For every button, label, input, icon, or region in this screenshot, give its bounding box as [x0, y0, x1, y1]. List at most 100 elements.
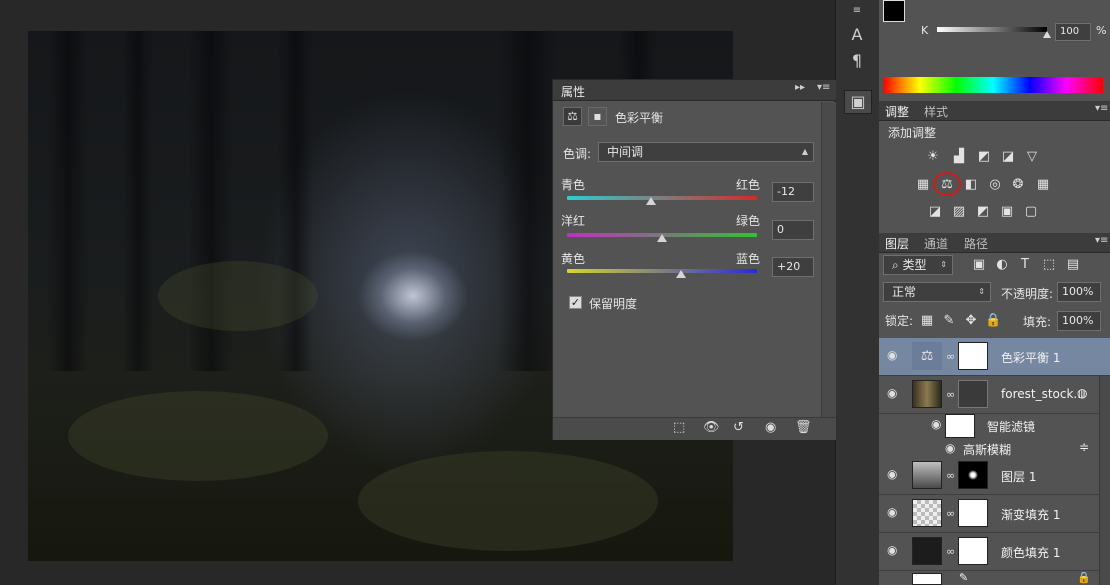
layer-mask-thumbnail[interactable]	[958, 380, 988, 408]
layer-name[interactable]: 图层 1	[1001, 468, 1036, 485]
collapse-grip-icon[interactable]: ≡	[844, 0, 870, 22]
color-lookup-icon[interactable]: ▦	[1035, 177, 1051, 193]
layer-name[interactable]: 色彩平衡 1	[1001, 349, 1060, 366]
paragraph-panel-icon[interactable]: ¶	[844, 50, 870, 72]
layer-row[interactable]: ✎ 🔒	[879, 571, 1110, 585]
yellow-blue-slider-thumb[interactable]	[676, 270, 686, 278]
k-slider-thumb[interactable]	[1043, 31, 1051, 38]
layer-name[interactable]: 颜色填充 1	[1001, 544, 1060, 561]
tab-layers[interactable]: 图层	[885, 235, 909, 252]
eye-icon[interactable]: ◉	[931, 417, 941, 431]
layer-name[interactable]: forest_stock...	[1001, 387, 1085, 401]
filter-adjustment-icon[interactable]: ◐	[994, 257, 1010, 273]
layer-mask-thumbnail[interactable]	[958, 537, 988, 565]
layer-name[interactable]: 高斯模糊	[963, 441, 1011, 458]
layer-row[interactable]: ◉ ∞ 渐变填充 1	[879, 495, 1110, 533]
eye-icon[interactable]: ◉	[887, 467, 897, 481]
tab-styles[interactable]: 样式	[924, 103, 948, 120]
black-white-icon[interactable]: ◧	[963, 177, 979, 193]
filter-smart-object-icon[interactable]: ▤	[1065, 257, 1081, 273]
layer-name[interactable]: 渐变填充 1	[1001, 506, 1060, 523]
fill-input[interactable]: 100%	[1057, 311, 1101, 331]
gradient-fill-thumbnail[interactable]	[912, 499, 942, 527]
posterize-icon[interactable]: ▨	[951, 204, 967, 220]
mask-icon[interactable]: ▪	[588, 107, 607, 126]
properties-scrollbar[interactable]	[821, 102, 836, 417]
foreground-color-swatch[interactable]	[883, 0, 905, 22]
photo-filter-icon[interactable]: ◎	[987, 177, 1003, 193]
magenta-green-value-input[interactable]: 0	[772, 220, 814, 240]
filter-shape-icon[interactable]: ⬚	[1041, 257, 1057, 273]
opacity-input[interactable]: 100%	[1057, 282, 1101, 302]
magenta-green-slider-thumb[interactable]	[657, 234, 667, 242]
layer-mask-thumbnail[interactable]	[958, 461, 988, 489]
panel-menu-icon[interactable]: ▾≡	[1095, 103, 1108, 114]
reset-icon[interactable]: ↺	[733, 420, 744, 435]
eye-icon[interactable]: ◉	[887, 543, 897, 557]
color-fill-thumbnail[interactable]	[912, 537, 942, 565]
link-icon[interactable]: ∞	[946, 469, 955, 482]
curves-icon[interactable]: ◩	[976, 149, 992, 165]
layer-thumbnail[interactable]	[912, 461, 942, 489]
delete-icon[interactable]: 🗑	[795, 420, 812, 435]
eye-icon[interactable]: ◉	[887, 505, 897, 519]
color-ramp[interactable]	[883, 77, 1103, 93]
k-value-input[interactable]: 100	[1055, 23, 1091, 41]
threshold-icon[interactable]: ◩	[975, 204, 991, 220]
channel-mixer-icon[interactable]: ❂	[1010, 177, 1026, 193]
tab-paths[interactable]: 路径	[964, 235, 988, 252]
character-panel-icon[interactable]: A	[844, 24, 870, 46]
eye-icon[interactable]: ◉	[887, 386, 897, 400]
layer-row[interactable]: ◉ ∞ 图层 1	[879, 457, 1110, 495]
yellow-blue-slider-track[interactable]	[567, 269, 757, 273]
lock-transparent-icon[interactable]: ▦	[919, 313, 935, 329]
brightness-icon[interactable]: ☀	[925, 149, 941, 165]
link-icon[interactable]: ∞	[946, 388, 955, 401]
gradient-map-icon[interactable]: ▣	[999, 204, 1015, 220]
color-balance-adjust-icon[interactable]: ⚖	[939, 177, 955, 193]
cyan-red-slider-track[interactable]	[567, 196, 757, 200]
layer-thumbnail[interactable]	[912, 380, 942, 408]
exposure-icon[interactable]: ◪	[1000, 149, 1016, 165]
cyan-red-slider-thumb[interactable]	[645, 197, 656, 205]
invert-icon[interactable]: ◪	[927, 204, 943, 220]
selective-color-icon[interactable]: ▢	[1023, 204, 1039, 220]
link-icon[interactable]: ∞	[946, 507, 955, 520]
lock-position-icon[interactable]: ✥	[963, 313, 979, 329]
eye-icon[interactable]: ◉	[945, 441, 955, 455]
link-icon[interactable]: ∞	[946, 350, 955, 363]
layer-mask-thumbnail[interactable]	[958, 499, 988, 527]
blend-mode-select[interactable]: 正常 ⇕	[883, 282, 991, 302]
preserve-luminosity-checkbox[interactable]: ✓	[569, 296, 582, 309]
smart-filter-icon[interactable]: ◍	[1077, 386, 1087, 400]
k-slider-track[interactable]	[937, 27, 1047, 32]
vibrance-icon[interactable]: ▽	[1024, 149, 1040, 165]
filter-type-icon[interactable]: T	[1017, 257, 1033, 273]
eye-icon[interactable]: ◉	[887, 348, 897, 362]
layer-row[interactable]: ◉ ∞ 颜色填充 1	[879, 533, 1110, 571]
tab-adjustments[interactable]: 调整	[885, 103, 909, 120]
visibility-icon[interactable]: ◉	[765, 420, 776, 435]
tab-properties[interactable]: 属性	[561, 83, 585, 100]
layer-row[interactable]: ◉ ⚖ ∞ 色彩平衡 1	[879, 338, 1110, 376]
layers-scrollbar[interactable]	[1099, 376, 1110, 585]
clip-to-layer-icon[interactable]: ⬚	[673, 420, 685, 435]
layer-filter-select[interactable]: ⌕ 类型 ⇕	[883, 255, 953, 275]
layer-mask-thumbnail[interactable]	[958, 342, 988, 370]
layer-name[interactable]: 智能滤镜	[987, 418, 1035, 435]
layer-row[interactable]: ◉ 智能滤镜	[879, 414, 1110, 440]
link-icon[interactable]: ∞	[946, 545, 955, 558]
yellow-blue-value-input[interactable]: +20	[772, 257, 814, 277]
lock-all-icon[interactable]: 🔒	[985, 313, 1001, 329]
smart-filter-thumbnail[interactable]	[945, 414, 975, 438]
tab-channels[interactable]: 通道	[924, 235, 948, 252]
cyan-red-value-input[interactable]: -12	[772, 182, 814, 202]
lock-image-icon[interactable]: ✎	[941, 313, 957, 329]
tone-select[interactable]: 中间调 ▲	[598, 142, 814, 162]
properties-panel-icon[interactable]: ▣	[844, 90, 872, 114]
filter-pixel-icon[interactable]: ▣	[971, 257, 987, 273]
collapse-arrows-icon[interactable]: ▸▸	[795, 82, 805, 93]
levels-icon[interactable]: ▟	[951, 149, 967, 165]
layer-row[interactable]: ◉ ∞ forest_stock... ◍	[879, 376, 1110, 414]
layer-thumbnail[interactable]	[912, 573, 942, 585]
